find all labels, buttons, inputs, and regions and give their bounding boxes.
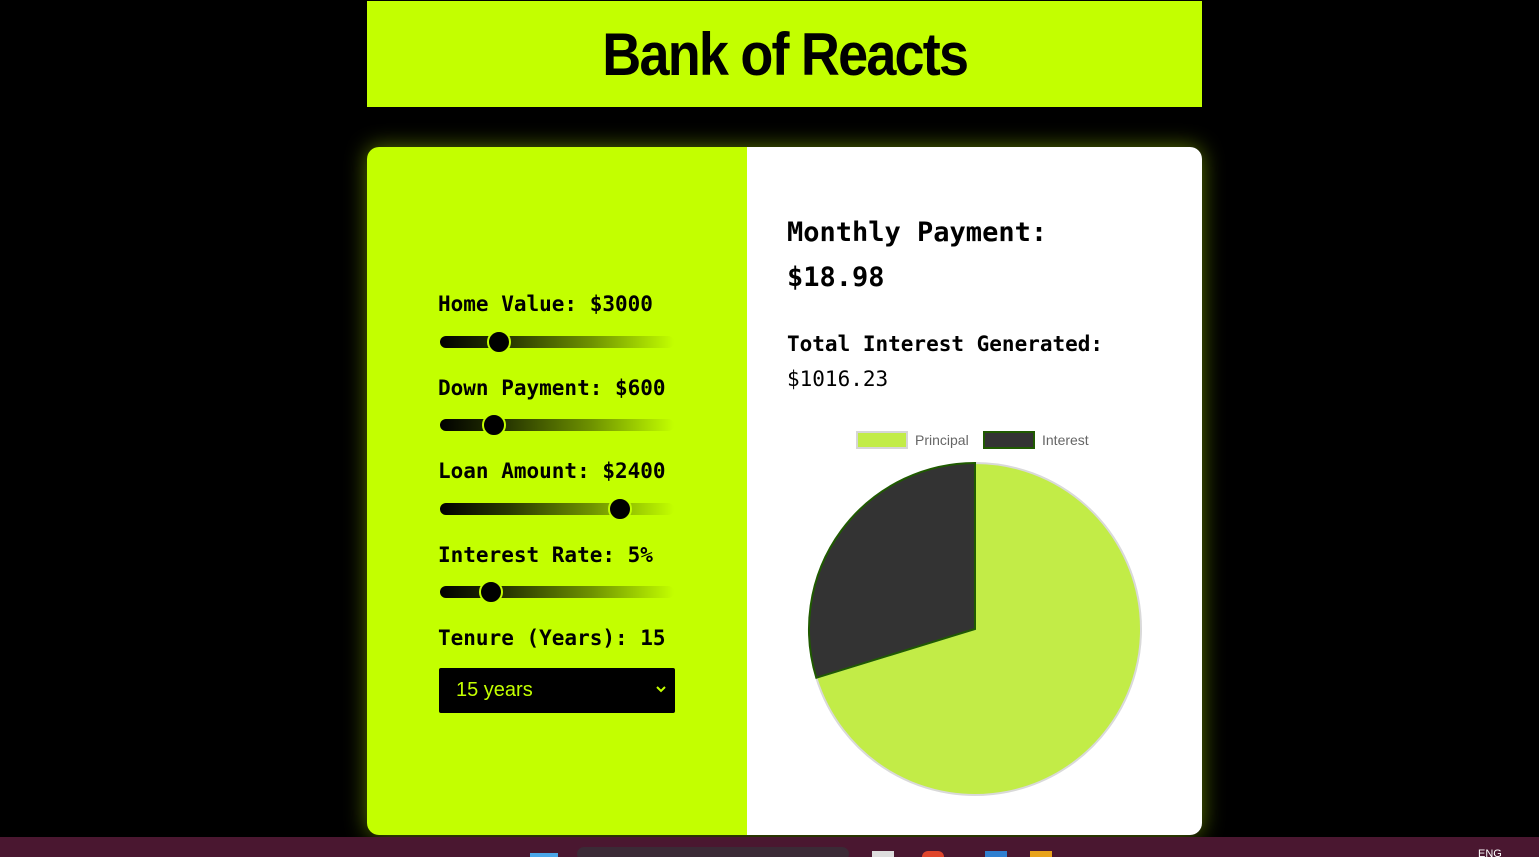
language-indicator[interactable]: ENG [1478,848,1502,857]
loan-amount-slider[interactable] [440,497,674,521]
windows-start-icon[interactable] [530,853,558,857]
monthly-payment-label: Monthly Payment: [787,217,1048,248]
calculator-card: Home Value: $3000 Down Payment: $600 Loa… [367,147,1202,835]
down-payment-slider-thumb[interactable] [482,413,506,437]
chevron-down-icon [656,686,666,693]
taskbar-search-box[interactable] [577,847,849,857]
monthly-payment-value: $18.98 [787,262,885,293]
loan-breakdown-pie-chart [808,461,1142,796]
tenure-label: Tenure (Years): 15 [438,626,666,650]
home-value-slider-thumb[interactable] [486,330,511,354]
interest-rate-label: Interest Rate: 5% [438,543,653,567]
loan-amount-slider-thumb[interactable] [608,497,632,521]
down-payment-label: Down Payment: $600 [438,376,666,400]
header-banner: Bank of Reacts [367,1,1202,107]
total-interest-label: Total Interest Generated: [787,332,1104,356]
loan-amount-label: Loan Amount: $2400 [438,459,666,483]
home-value-slider[interactable] [440,330,674,354]
page-title: Bank of Reacts [602,20,969,88]
results-panel: Monthly Payment: $18.98 Total Interest G… [747,147,1202,835]
app-icon[interactable] [1030,851,1052,857]
down-payment-slider[interactable] [440,413,674,437]
legend-swatch-interest [983,431,1035,449]
code-editor-icon[interactable] [985,851,1007,857]
interest-rate-slider-thumb[interactable] [479,580,504,604]
taskbar: ENG [0,837,1539,857]
legend-label-principal: Principal [915,432,969,448]
browser-icon[interactable] [922,851,944,857]
total-interest-value: $1016.23 [787,367,889,391]
legend-label-interest: Interest [1042,432,1089,448]
legend-item-interest[interactable]: Interest [983,431,1089,449]
interest-rate-slider[interactable] [440,580,674,604]
tenure-select[interactable]: 15 years [439,668,675,713]
legend-swatch-principal [856,431,908,449]
file-explorer-icon[interactable] [872,851,894,857]
controls-panel: Home Value: $3000 Down Payment: $600 Loa… [367,147,747,835]
tenure-select-value: 15 years [456,679,533,701]
home-value-label: Home Value: $3000 [438,292,653,316]
legend-item-principal[interactable]: Principal [856,431,969,449]
